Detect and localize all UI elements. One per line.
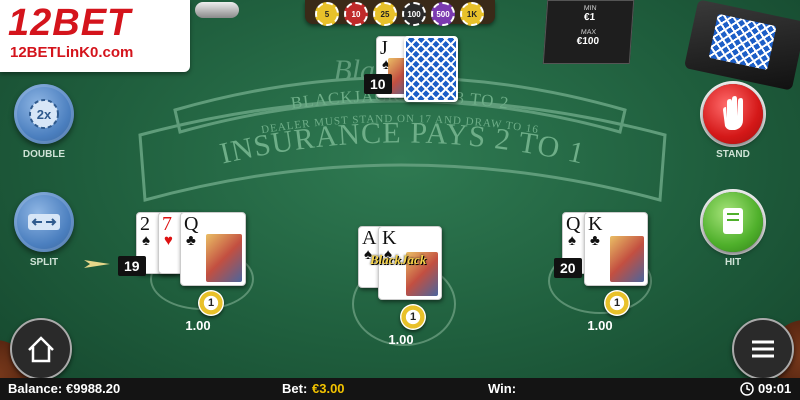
hand-3-score: 20 [554, 258, 582, 278]
logo-brand: 12BET [8, 2, 132, 44]
limit-max-value: €100 [576, 36, 600, 47]
tap-hand-icon [723, 208, 743, 234]
felt-insurance: INSURANCE PAYS 2 TO 1 [217, 116, 587, 170]
card-rank: K [382, 227, 397, 249]
active-hand-arrow-icon [84, 260, 110, 268]
card-suit: ♥ [164, 232, 173, 249]
rack-chip[interactable]: 10 [344, 2, 368, 26]
card-rank: 2 [140, 213, 150, 235]
blackjack-table: BlackJack BLACKJACK PAYS 3 TO 2 DEALER M… [0, 0, 800, 400]
hand-3-bet: 1.00 [587, 318, 613, 333]
double-label: DOUBLE [22, 149, 66, 160]
hand-1-bet: 1.00 [185, 318, 211, 333]
card-shoe [683, 0, 800, 91]
clock-time: 09:01 [758, 381, 792, 396]
svg-text:INSURANCE PAYS 2 TO 1: INSURANCE PAYS 2 TO 1 [217, 116, 588, 170]
rack-chip[interactable]: 100 [402, 2, 426, 26]
hand-1-card-3: Q ♣ [180, 212, 246, 286]
table-limits: MIN €1 MAX €100 [542, 0, 635, 64]
logo: 12BET 12BETLinK0.com [0, 0, 190, 72]
chip-tube [195, 2, 239, 18]
card-rank: Q [184, 213, 199, 235]
hand-3-card-2: K ♣ [584, 212, 648, 286]
blackjack-badge: BlackJack [370, 252, 427, 267]
hit-button[interactable] [703, 192, 763, 252]
felt-dealer-rule: DEALER MUST STAND ON 17 AND DRAW TO 16 [260, 113, 538, 136]
svg-text:2x: 2x [37, 107, 52, 122]
hand-2-bet: 1.00 [388, 332, 414, 347]
hand-1-chip: 1 [198, 290, 224, 316]
hit-label: HIT [724, 257, 742, 268]
split-button[interactable] [14, 192, 74, 252]
card-suit: ♣ [590, 232, 600, 249]
dealer-score: 10 [364, 74, 392, 94]
clock-icon [740, 382, 754, 396]
chip-rack: 5 10 25 100 500 1K [305, 0, 495, 26]
win-label: Win: [488, 381, 517, 396]
hand-3-chip: 1 [604, 290, 630, 316]
limit-min-value: €1 [583, 12, 596, 23]
bet-label: Bet: [282, 381, 308, 396]
split-label: SPLIT [29, 257, 59, 268]
split-arrows-icon [28, 214, 60, 230]
hand-stop-icon [723, 96, 743, 130]
rack-chip[interactable]: 25 [373, 2, 397, 26]
balance-label: Balance: [8, 381, 63, 396]
home-button[interactable] [10, 318, 72, 380]
card-rank: Q [566, 213, 581, 235]
stand-button[interactable] [703, 84, 763, 144]
rack-chip[interactable]: 5 [315, 2, 339, 26]
double-button[interactable]: 2x [14, 84, 74, 144]
card-rank: 7 [162, 213, 172, 235]
bet-value: €3.00 [312, 381, 345, 396]
limit-max-label: MAX [580, 29, 597, 36]
logo-url: 12BETLinK0.com [10, 44, 134, 61]
svg-text:DEALER MUST STAND ON 17 AND DR: DEALER MUST STAND ON 17 AND DRAW TO 16 [260, 113, 539, 136]
shoe-card-back [708, 13, 777, 71]
limit-min-label: MIN [583, 5, 597, 12]
card-face-art [610, 236, 644, 282]
hand-2-chip: 1 [400, 304, 426, 330]
card-suit: ♠ [142, 232, 150, 249]
card-rank: A [362, 227, 377, 249]
hamburger-menu-icon [752, 340, 774, 358]
double-chip-icon: 2x [29, 99, 59, 129]
status-bar: Balance: €9988.20 Bet: €3.00 Win: 09:01 [0, 378, 800, 400]
dealer-card-rank: J [380, 37, 388, 59]
card-face-art [206, 234, 242, 282]
card-suit: ♣ [186, 232, 196, 249]
hand-1-score: 19 [118, 256, 146, 276]
rack-chip[interactable]: 1K [460, 2, 484, 26]
card-suit: ♠ [568, 232, 576, 249]
card-rank: K [588, 213, 603, 235]
dealer-hole-card [404, 36, 458, 102]
balance-value: €9988.20 [66, 381, 121, 396]
menu-button[interactable] [732, 318, 794, 380]
rack-chip[interactable]: 500 [431, 2, 455, 26]
home-icon [28, 336, 54, 363]
stand-label: STAND [716, 149, 750, 160]
